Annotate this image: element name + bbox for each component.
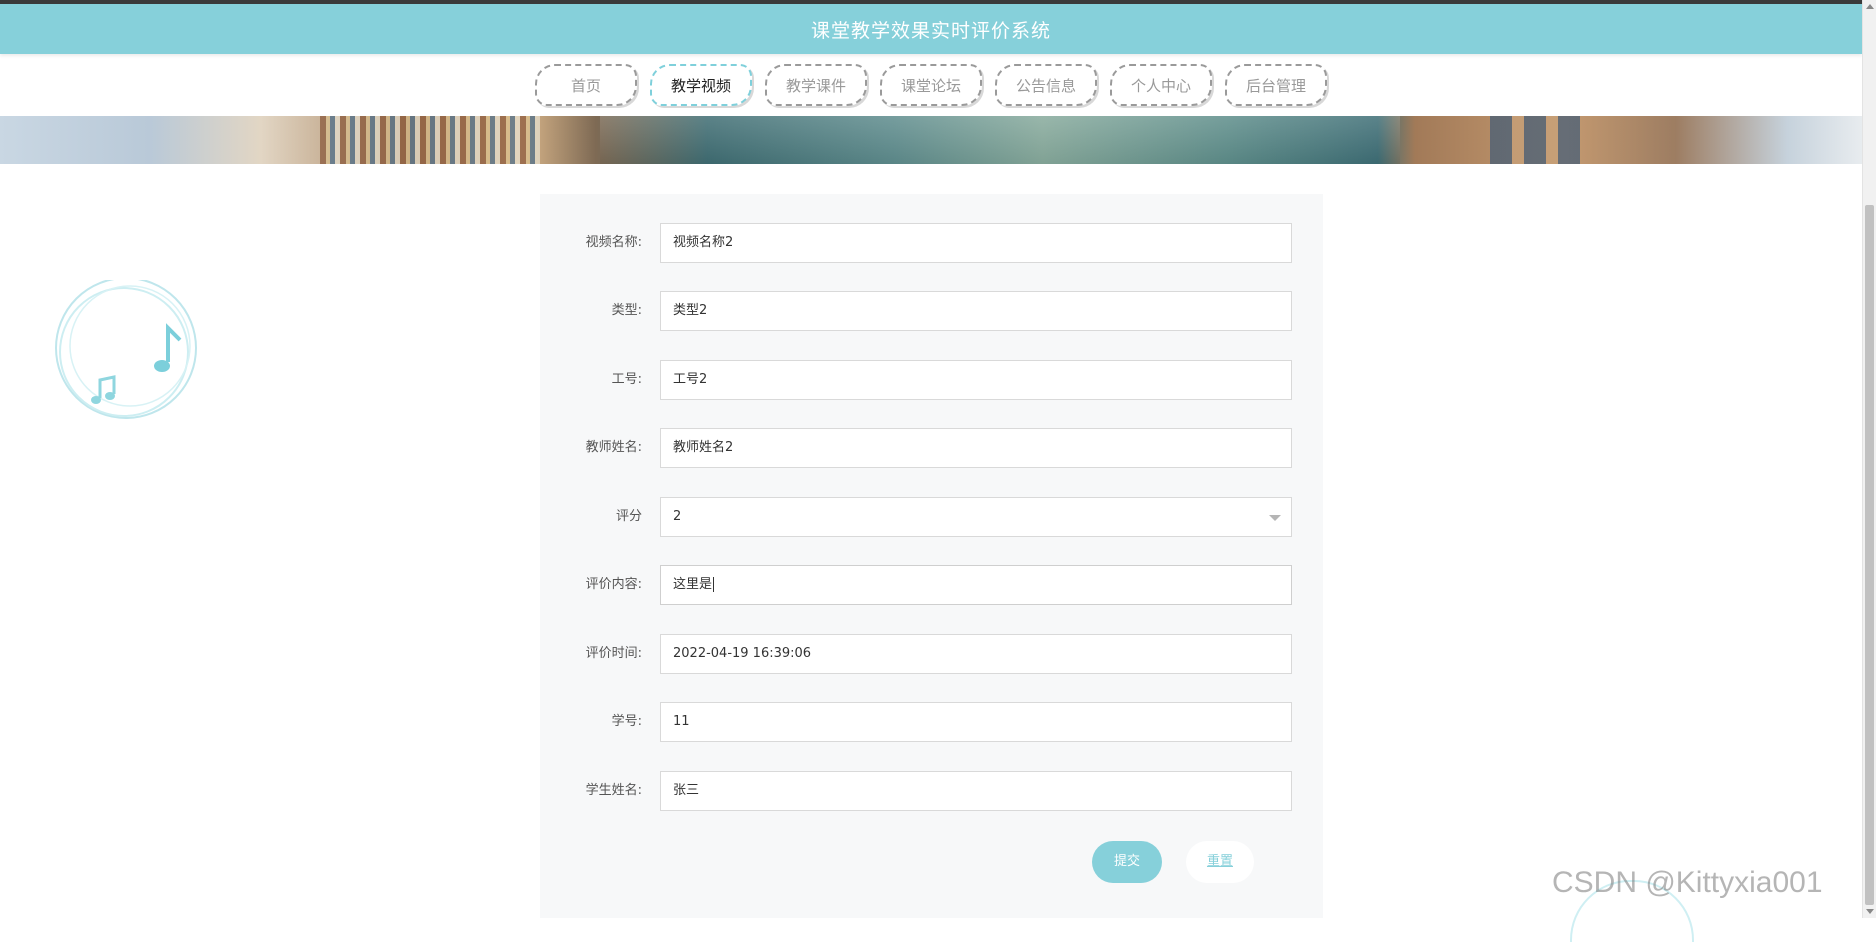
form-row-staff-id: 工号: 工号2 bbox=[540, 360, 1323, 400]
student-name-label: 学生姓名: bbox=[585, 783, 642, 798]
form-row-teacher-name: 教师姓名: 教师姓名2 bbox=[540, 428, 1323, 468]
scroll-up-icon[interactable] bbox=[1866, 4, 1874, 9]
student-name-input[interactable]: 张三 bbox=[660, 771, 1292, 811]
form-row-video-name: 视频名称: 视频名称2 bbox=[540, 223, 1323, 263]
video-name-input[interactable]: 视频名称2 bbox=[660, 223, 1292, 263]
form-row-score: 评分 2 bbox=[540, 497, 1323, 537]
evaluation-content-value: 这里是 bbox=[673, 577, 713, 592]
nav-tab-forum[interactable]: 课堂论坛 bbox=[880, 64, 982, 106]
form-row-evaluation-time: 评价时间: 2022-04-19 16:39:06 bbox=[540, 634, 1323, 674]
evaluation-content-input[interactable]: 这里是 bbox=[660, 565, 1292, 605]
music-note-decoration bbox=[48, 277, 208, 430]
submit-button[interactable]: 提交 bbox=[1092, 841, 1162, 883]
classroom-banner-image bbox=[0, 116, 1862, 164]
teacher-name-label: 教师姓名: bbox=[585, 440, 642, 455]
video-name-label: 视频名称: bbox=[585, 235, 642, 250]
scrollbar-thumb[interactable] bbox=[1865, 205, 1874, 905]
nav-tab-home[interactable]: 首页 bbox=[535, 64, 637, 106]
watermark: CSDN @Kittyxia001 bbox=[1552, 866, 1823, 899]
nav-tab-courseware[interactable]: 教学课件 bbox=[765, 64, 867, 106]
type-input[interactable]: 类型2 bbox=[660, 291, 1292, 331]
student-id-input[interactable]: 11 bbox=[660, 702, 1292, 742]
music-note-icon bbox=[55, 277, 197, 419]
app-title: 课堂教学效果实时评价系统 bbox=[810, 19, 1051, 42]
scroll-down-icon[interactable] bbox=[1866, 909, 1874, 914]
type-label: 类型: bbox=[611, 303, 642, 318]
page-scrollbar[interactable] bbox=[1862, 0, 1876, 918]
score-label: 评分 bbox=[615, 509, 642, 524]
form-row-evaluation-content: 评价内容: 这里是 bbox=[540, 565, 1323, 605]
text-cursor-icon bbox=[713, 577, 715, 592]
score-select-value: 2 bbox=[673, 509, 682, 524]
nav-tab-teaching-video[interactable]: 教学视频 bbox=[650, 64, 752, 106]
staff-id-input[interactable]: 工号2 bbox=[660, 360, 1292, 400]
reset-button[interactable]: 重置 bbox=[1186, 841, 1254, 883]
score-select[interactable]: 2 bbox=[660, 497, 1292, 537]
evaluation-time-label: 评价时间: bbox=[585, 646, 642, 661]
form-row-student-name: 学生姓名: 张三 bbox=[540, 771, 1323, 811]
main-nav: 首页 教学视频 教学课件 课堂论坛 公告信息 个人中心 后台管理 bbox=[0, 56, 1862, 114]
student-id-label: 学号: bbox=[611, 714, 642, 729]
nav-tab-admin[interactable]: 后台管理 bbox=[1225, 64, 1327, 106]
video-evaluation-form: 视频名称: 视频名称2 类型: 类型2 工号: 工号2 教师姓名: 教师姓名2 … bbox=[540, 194, 1323, 918]
form-row-student-id: 学号: 11 bbox=[540, 702, 1323, 742]
teacher-name-input[interactable]: 教师姓名2 bbox=[660, 428, 1292, 468]
chevron-down-icon bbox=[1269, 515, 1281, 521]
staff-id-label: 工号: bbox=[611, 372, 642, 387]
form-row-type: 类型: 类型2 bbox=[540, 291, 1323, 331]
nav-tab-personal-center[interactable]: 个人中心 bbox=[1110, 64, 1212, 106]
evaluation-content-label: 评价内容: bbox=[585, 577, 642, 592]
nav-tab-announcements[interactable]: 公告信息 bbox=[995, 64, 1097, 106]
evaluation-time-input[interactable]: 2022-04-19 16:39:06 bbox=[660, 634, 1292, 674]
app-header: 课堂教学效果实时评价系统 bbox=[0, 4, 1862, 54]
